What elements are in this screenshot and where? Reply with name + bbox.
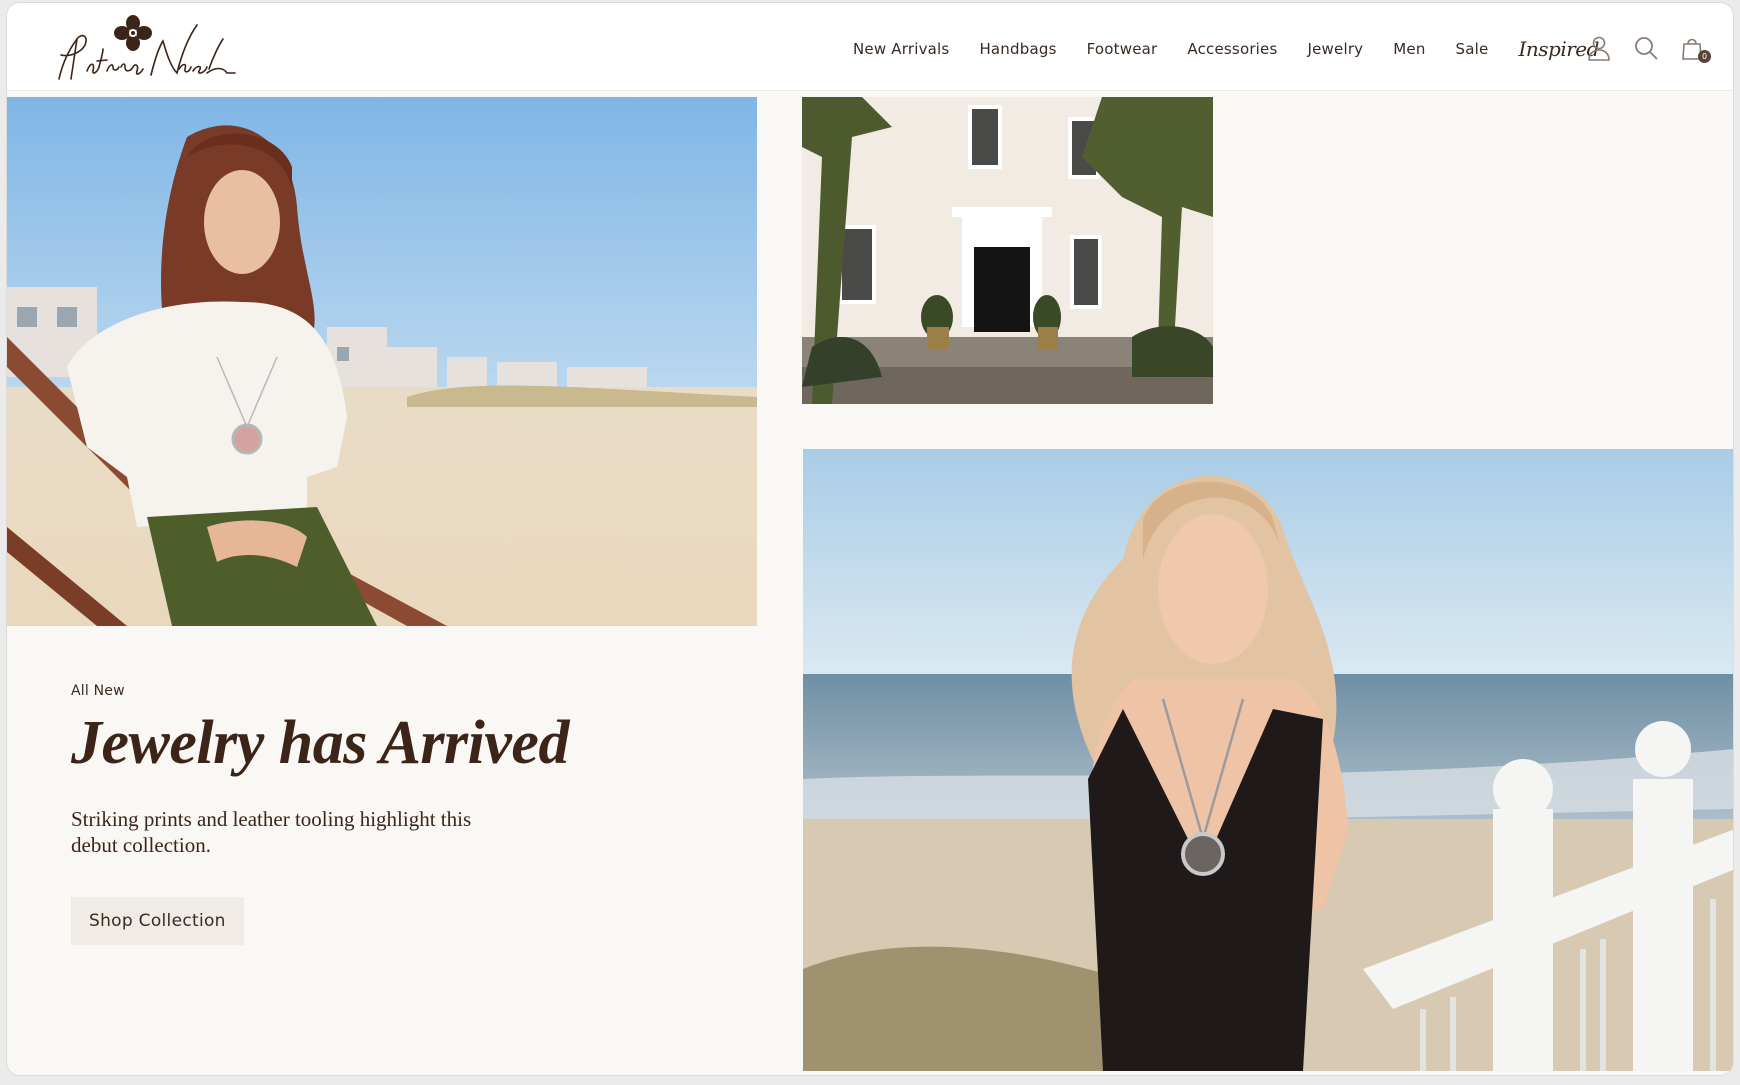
nav-item-jewelry[interactable]: Jewelry	[1308, 40, 1364, 58]
promo-headline: Jewelry has Arrived	[71, 709, 569, 777]
promo-eyebrow: All New	[71, 683, 125, 699]
nav-item-accessories[interactable]: Accessories	[1187, 40, 1277, 58]
page-frame: New Arrivals Handbags Footwear Accessori…	[6, 2, 1734, 1076]
hero-image-ocean-railing[interactable]	[803, 449, 1733, 1071]
brand-logo[interactable]	[47, 11, 237, 87]
shopping-bag-icon[interactable]: 0	[1679, 34, 1711, 63]
nav-item-handbags[interactable]: Handbags	[979, 40, 1056, 58]
shop-collection-button[interactable]: Shop Collection	[71, 896, 244, 945]
cart-count-badge: 0	[1698, 50, 1711, 63]
nav-item-footwear[interactable]: Footwear	[1087, 40, 1158, 58]
header-actions: 0	[1585, 33, 1726, 63]
hero-image-beach-stairs[interactable]	[7, 97, 757, 626]
site-header: New Arrivals Handbags Footwear Accessori…	[7, 3, 1733, 91]
nav-item-sale[interactable]: Sale	[1456, 40, 1489, 58]
nav-item-men[interactable]: Men	[1393, 40, 1425, 58]
nav-item-new-arrivals[interactable]: New Arrivals	[853, 40, 949, 58]
search-icon[interactable]	[1632, 34, 1660, 62]
promo-subtext: Striking prints and leather tooling high…	[71, 807, 472, 858]
promo-block: All New Jewelry has Arrived Striking pri…	[71, 683, 671, 945]
main-nav: New Arrivals Handbags Footwear Accessori…	[853, 37, 1625, 61]
user-icon[interactable]	[1585, 34, 1613, 62]
image-white-house[interactable]	[802, 97, 1213, 404]
flower-logo-icon	[58, 15, 236, 80]
